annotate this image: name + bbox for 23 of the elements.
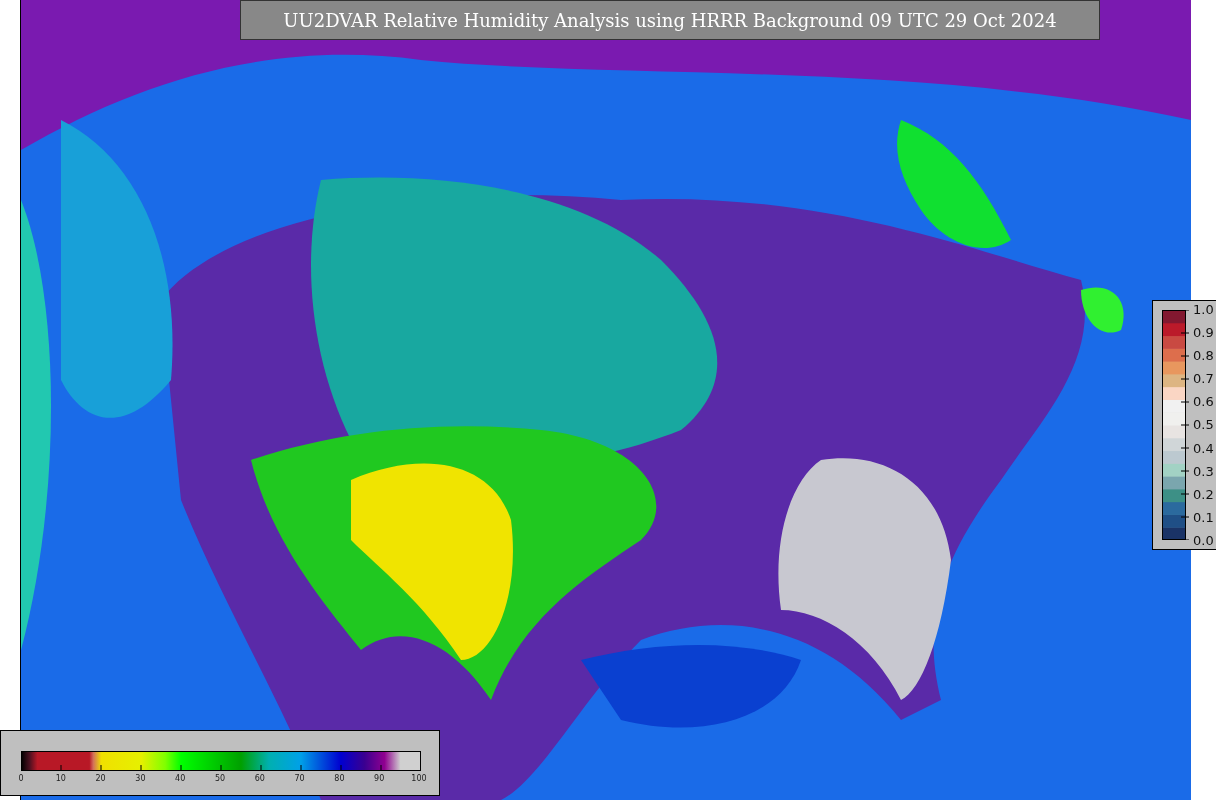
tick-label: 20 bbox=[95, 774, 106, 784]
tick-label: 0.2 bbox=[1193, 486, 1214, 503]
tick-label: 0.4 bbox=[1193, 440, 1214, 457]
tick-label: 70 bbox=[294, 774, 305, 784]
tick-label: 0.1 bbox=[1193, 509, 1214, 526]
tick-label: 40 bbox=[175, 774, 186, 784]
tick-label: 0 bbox=[18, 774, 24, 784]
tick-label: 1.0 bbox=[1193, 302, 1214, 318]
tick-label: 0.3 bbox=[1193, 463, 1214, 480]
tick-label: 10 bbox=[55, 774, 66, 784]
tick-label: 0.8 bbox=[1193, 348, 1214, 365]
tick-label: 0.6 bbox=[1193, 394, 1214, 411]
chart-title: UU2DVAR Relative Humidity Analysis using HRRR Background 09 UTC 29 Oct 2024 bbox=[240, 0, 1100, 40]
tick-label: 90 bbox=[374, 774, 385, 784]
tick-label: 0.7 bbox=[1193, 371, 1214, 388]
tick-label: 0.0 bbox=[1193, 532, 1214, 549]
tick-label: 80 bbox=[334, 774, 345, 784]
tick-label: 30 bbox=[135, 774, 146, 784]
tick-label: 0.9 bbox=[1193, 325, 1214, 342]
tick-label: 60 bbox=[254, 774, 265, 784]
tick-label: 50 bbox=[214, 774, 226, 784]
tick-label: 0.5 bbox=[1193, 417, 1214, 434]
tick-label: 100 bbox=[411, 774, 427, 784]
